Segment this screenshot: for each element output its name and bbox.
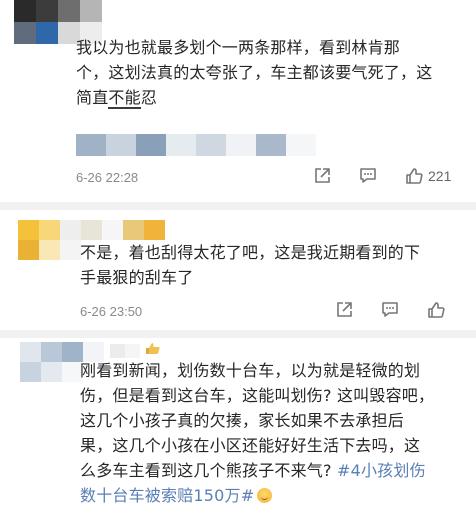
comment-underlined: 不能	[108, 88, 141, 109]
username-redacted[interactable]	[110, 344, 140, 358]
comment-line: 我以为也就最多划个一两条那样，看到林肯那	[76, 38, 401, 57]
redacted-strip	[76, 134, 316, 156]
share-button[interactable]	[334, 300, 354, 320]
like-count: 221	[428, 168, 452, 184]
comment-line: 手最狠的刮车了	[80, 268, 194, 287]
comment-3: 刚看到新闻，划伤数十台车，以为就是轻微的划 伤，但是看到这台车，这能叫划伤? 这…	[0, 338, 476, 520]
comment-icon	[358, 166, 378, 186]
comment-line: 么多车主看到这几个熊孩子不来气? #4小孩划伤	[80, 458, 472, 483]
thumbs-up-icon	[404, 166, 424, 186]
comment-fragment: 忍	[140, 88, 158, 107]
share-icon	[334, 300, 354, 320]
comment-line: 伤，但是看到这台车，这能叫划伤? 这叫毁容吧，	[80, 386, 435, 405]
comment-line: 刚看到新闻，划伤数十台车，以为就是轻微的划	[80, 361, 421, 380]
comment-1: 我以为也就最多划个一两条那样，看到林肯那 个，这划法真的太夸张了，车主都该要气死…	[0, 0, 476, 200]
comment-separator	[0, 202, 476, 210]
thumbs-up-icon	[426, 300, 446, 320]
hand-badge-icon	[146, 341, 162, 358]
comment-time: 6-26 22:28	[76, 170, 139, 185]
comment-line: 简直不能忍	[76, 85, 466, 110]
grimace-emoji-icon	[257, 488, 273, 503]
comment-line: 果，这几个小孩在小区还能好好生活下去吗，这	[80, 436, 421, 455]
reply-button[interactable]	[358, 166, 378, 186]
comment-text: 不是，着也刮得太花了吧，这是我近期看到的下 手最狠的刮车了	[80, 240, 470, 290]
topic-hashtag-link[interactable]: 数十台车被索赔150万#	[80, 486, 254, 505]
comment-line: 数十台车被索赔150万#	[80, 483, 472, 508]
reply-button[interactable]	[380, 300, 400, 320]
comment-text: 刚看到新闻，划伤数十台车，以为就是轻微的划 伤，但是看到这台车，这能叫划伤? 这…	[80, 358, 472, 508]
like-button[interactable]: 221	[404, 166, 451, 186]
comment-fragment: 么多车主看到这几个熊孩子不来气?	[80, 461, 337, 480]
share-button[interactable]	[312, 166, 332, 186]
share-icon	[312, 166, 332, 186]
comment-line: 个，这划法真的太夸张了，车主都该要气死了，这	[76, 63, 433, 82]
like-button[interactable]	[426, 300, 446, 320]
comment-fragment: 简直	[76, 88, 109, 107]
comment-actions	[334, 300, 446, 320]
comment-2: 不是，着也刮得太花了吧，这是我近期看到的下 手最狠的刮车了 6-26 23:50	[0, 210, 476, 330]
comment-actions: 221	[312, 166, 451, 186]
comment-time: 6-26 23:50	[80, 304, 143, 319]
comment-text: 我以为也就最多划个一两条那样，看到林肯那 个，这划法真的太夸张了，车主都该要气死…	[76, 35, 466, 110]
topic-hashtag-link[interactable]: #4小孩划伤	[337, 461, 426, 480]
comment-line: 不是，着也刮得太花了吧，这是我近期看到的下	[80, 243, 421, 262]
comment-line: 这几个小孩子真的欠揍，家长如果不去承担后	[80, 411, 405, 430]
comment-separator	[0, 330, 476, 338]
comment-icon	[380, 300, 400, 320]
